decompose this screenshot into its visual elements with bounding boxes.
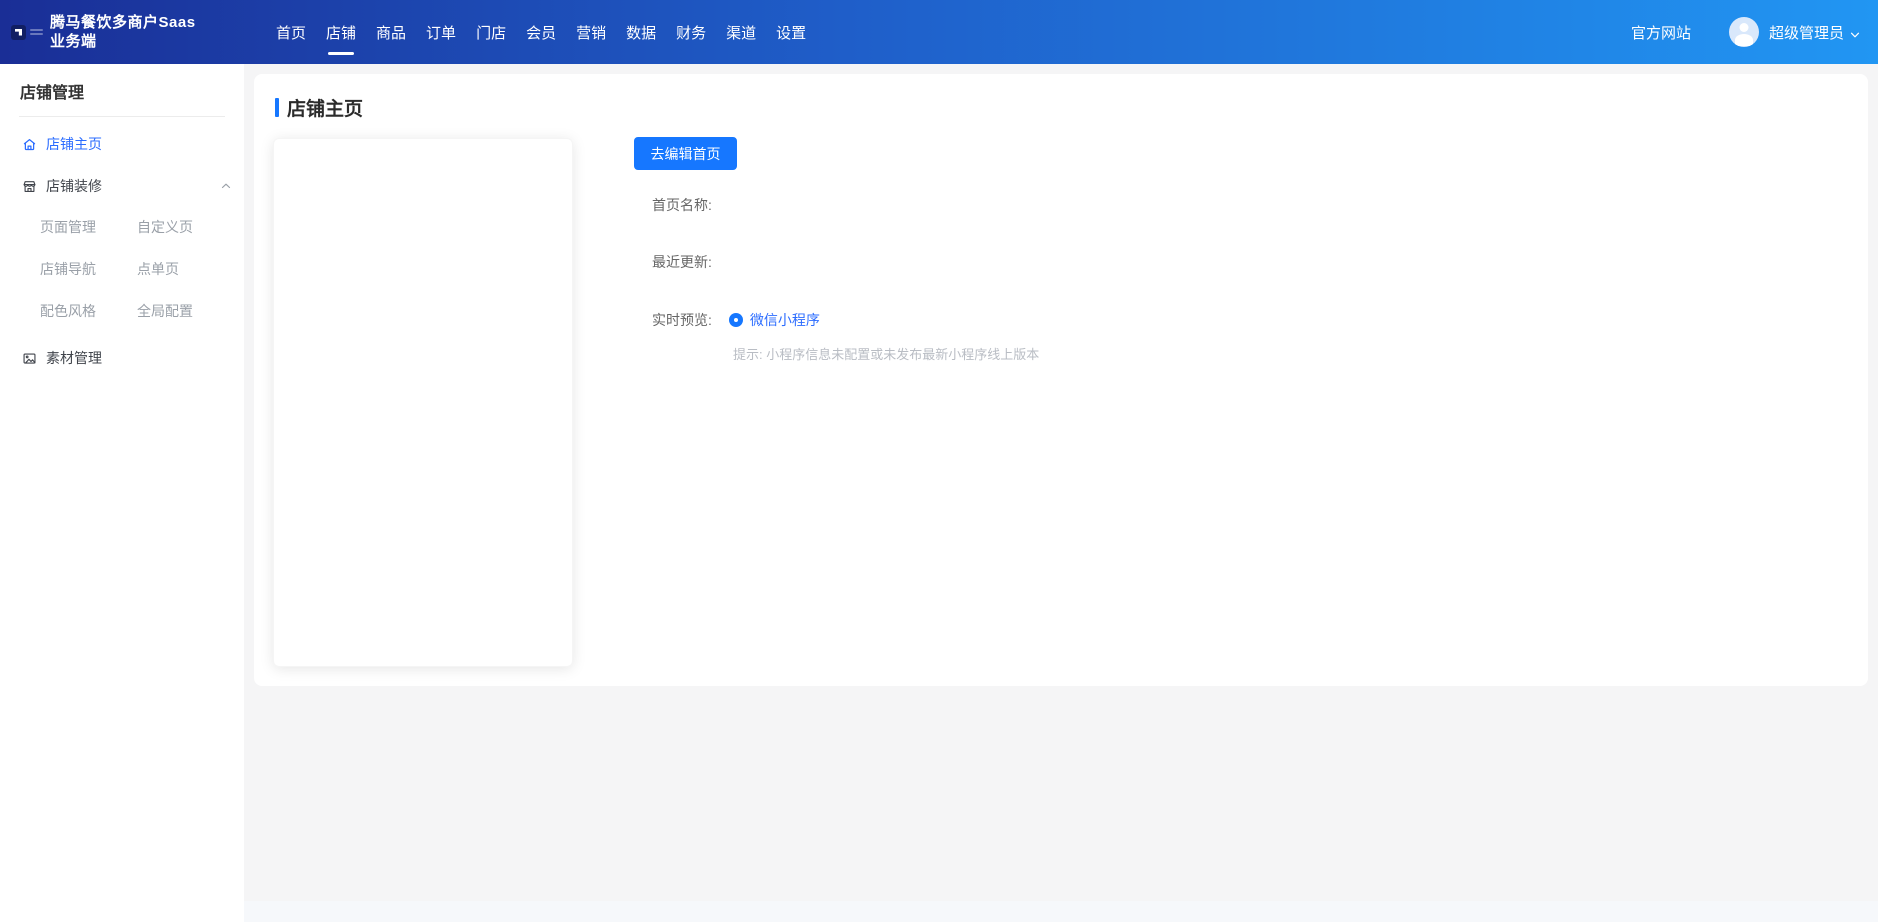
brand[interactable]: 腾马餐饮多商户Saas业务端 [11, 0, 208, 64]
user-avatar[interactable] [1729, 17, 1759, 47]
nav-item-orders[interactable]: 订单 [426, 0, 456, 64]
brand-logo-icon [11, 25, 43, 40]
logo-mark-icon [11, 25, 26, 40]
sidebar-item-label: 店铺主页 [46, 134, 102, 154]
sidebar-subitem-order-page[interactable]: 点单页 [137, 259, 210, 279]
sidebar-subitem-custom-page[interactable]: 自定义页 [137, 217, 210, 237]
main-content: 店铺主页 去编辑首页 首页名称: 最近更新: 实时预览: 微信小程序 提示: 小… [244, 64, 1878, 922]
realtime-preview-label: 实时预览: [652, 310, 712, 330]
last-update-label: 最近更新: [652, 254, 1039, 271]
top-navbar: 腾马餐饮多商户Saas业务端 首页 店铺 商品 订单 门店 会员 营销 数据 财… [0, 0, 1878, 64]
footer-strip [244, 901, 1878, 922]
nav-item-channels[interactable]: 渠道 [726, 0, 756, 64]
chevron-up-icon[interactable] [220, 180, 232, 192]
main-nav: 首页 店铺 商品 订单 门店 会员 营销 数据 财务 渠道 设置 [276, 0, 806, 64]
home-name-label: 首页名称: [652, 197, 1039, 214]
nav-item-goods[interactable]: 商品 [376, 0, 406, 64]
sidebar-item-shop-homepage[interactable]: 店铺主页 [22, 134, 234, 154]
edit-homepage-button[interactable]: 去编辑首页 [634, 137, 737, 170]
sidebar-item-shop-decoration[interactable]: 店铺装修 [22, 176, 234, 196]
image-icon [22, 351, 37, 366]
nav-item-settings[interactable]: 设置 [776, 0, 806, 64]
sidebar-item-label: 店铺装修 [46, 176, 102, 196]
realtime-preview-row: 实时预览: 微信小程序 [652, 310, 1039, 330]
nav-item-marketing[interactable]: 营销 [576, 0, 606, 64]
sidebar-item-label: 素材管理 [46, 348, 102, 368]
sidebar-subitem-page-management[interactable]: 页面管理 [40, 217, 137, 237]
storefront-icon [22, 179, 37, 194]
nav-item-shop[interactable]: 店铺 [326, 0, 356, 64]
home-icon [22, 137, 37, 152]
page-title: 店铺主页 [287, 94, 363, 121]
sidebar-item-material-management[interactable]: 素材管理 [22, 348, 234, 368]
wechat-miniprogram-radio[interactable] [729, 313, 743, 327]
logo-subtext [30, 29, 43, 35]
chevron-down-icon[interactable] [1850, 27, 1860, 37]
sidebar-submenu: 页面管理 自定义页 店铺导航 点单页 配色风格 全局配置 [40, 217, 210, 321]
section-title: 店铺主页 [275, 94, 363, 121]
sidebar-subitem-shop-navigation[interactable]: 店铺导航 [40, 259, 137, 279]
nav-item-members[interactable]: 会员 [526, 0, 556, 64]
shop-homepage-card: 店铺主页 去编辑首页 首页名称: 最近更新: 实时预览: 微信小程序 提示: 小… [254, 74, 1868, 686]
sidebar-subitem-color-style[interactable]: 配色风格 [40, 301, 137, 321]
homepage-detail-column: 去编辑首页 首页名称: 最近更新: 实时预览: 微信小程序 提示: 小程序信息未… [634, 137, 1039, 363]
nav-item-home[interactable]: 首页 [276, 0, 306, 64]
nav-item-data[interactable]: 数据 [626, 0, 656, 64]
wechat-miniprogram-link[interactable]: 微信小程序 [750, 310, 820, 330]
nav-item-finance[interactable]: 财务 [676, 0, 706, 64]
title-accent-bar [275, 98, 279, 117]
sidebar-divider [19, 116, 225, 117]
user-name[interactable]: 超级管理员 [1769, 22, 1844, 43]
brand-title: 腾马餐饮多商户Saas业务端 [50, 13, 208, 51]
homepage-preview-panel [273, 138, 573, 667]
sidebar-subitem-global-config[interactable]: 全局配置 [137, 301, 210, 321]
miniprogram-hint-text: 提示: 小程序信息未配置或未发布最新小程序线上版本 [733, 344, 1039, 363]
nav-item-stores[interactable]: 门店 [476, 0, 506, 64]
sidebar: 店铺管理 店铺主页 店铺装修 页面管理 自定义页 店铺导航 [0, 64, 244, 922]
sidebar-title: 店铺管理 [20, 79, 244, 103]
navbar-right: 官方网站 超级管理员 [1631, 0, 1878, 64]
official-website-link[interactable]: 官方网站 [1631, 22, 1691, 43]
